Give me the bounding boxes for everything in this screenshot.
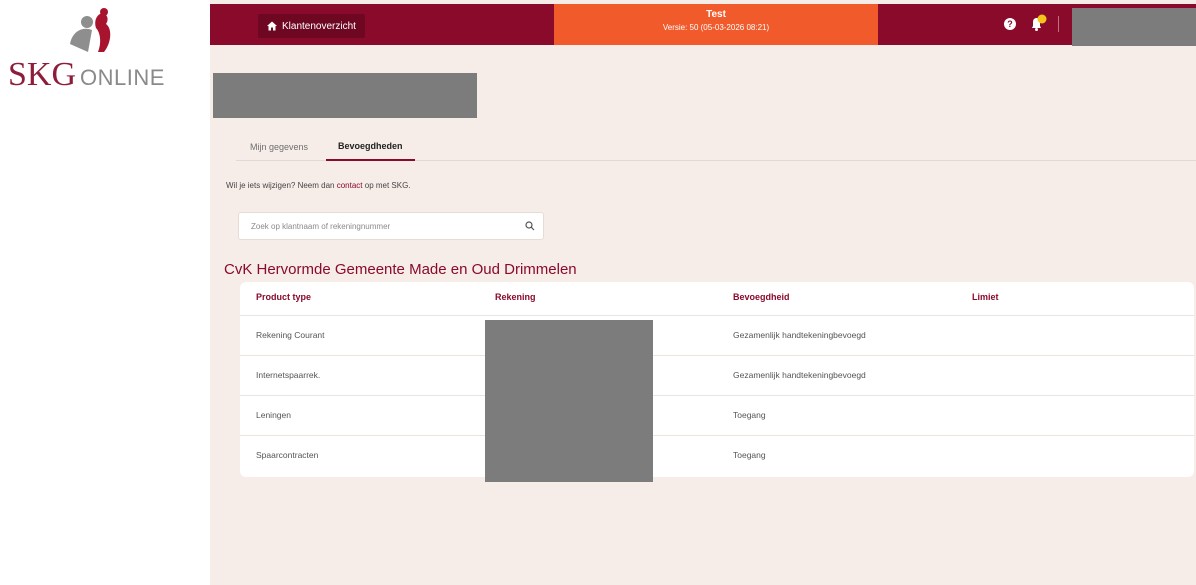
user-menu-redacted[interactable]: [1072, 8, 1196, 46]
header-product-type: Product type: [256, 292, 312, 302]
search-icon[interactable]: [517, 213, 543, 239]
environment-banner: Test Versie: 50 (05-03-2026 08:21): [554, 4, 878, 45]
clients-overview-label: Klantenoverzicht: [282, 20, 356, 32]
top-bar: Klantenoverzicht Test Versie: 50 (05-03-…: [210, 4, 1196, 46]
contact-link[interactable]: contact: [337, 181, 363, 190]
cell-product: Rekening Courant: [256, 330, 325, 340]
header-authority: Bevoegdheid: [733, 292, 790, 302]
cell-authority: Gezamenlijk handtekeningbevoegd: [733, 370, 866, 380]
contact-info-text: Wil je iets wijzigen? Neem dan contact o…: [226, 181, 411, 190]
header-account: Rekening: [495, 292, 536, 302]
table-row: Spaarcontracten Toegang: [240, 436, 1194, 476]
logo-skg-text: SKG: [8, 56, 77, 93]
logo-online-text: ONLINE: [80, 65, 165, 90]
cell-product: Internetspaarrek.: [256, 370, 321, 380]
tab-bar: Mijn gegevens Bevoegdheden: [236, 133, 1196, 161]
account-numbers-redacted: [485, 320, 653, 482]
home-icon: [267, 21, 277, 31]
organization-title: CvK Hervormde Gemeente Made en Oud Drimm…: [224, 261, 577, 278]
logo-figure-icon: [70, 8, 111, 52]
table-row: Internetspaarrek. Gezamenlijk handtekeni…: [240, 356, 1194, 396]
authorizations-table: Product type Rekening Bevoegdheid Limiet…: [240, 282, 1194, 477]
page-title-redacted: [213, 73, 477, 118]
environment-name: Test: [706, 9, 726, 20]
search-input[interactable]: [239, 213, 517, 239]
cell-authority: Gezamenlijk handtekeningbevoegd: [733, 330, 866, 340]
cell-authority: Toegang: [733, 450, 766, 460]
bell-icon[interactable]: [1028, 14, 1048, 34]
help-icon[interactable]: ?: [1004, 18, 1016, 30]
table-row: Leningen Toegang: [240, 396, 1194, 436]
main-panel: Klantenoverzicht Test Versie: 50 (05-03-…: [210, 0, 1196, 585]
info-suffix: op met SKG.: [362, 181, 411, 190]
environment-version: Versie: 50 (05-03-2026 08:21): [662, 23, 770, 32]
cell-product: Spaarcontracten: [256, 450, 319, 460]
header-limit: Limiet: [972, 292, 999, 302]
table-header: Product type Rekening Bevoegdheid Limiet: [240, 282, 1194, 316]
clients-overview-button[interactable]: Klantenoverzicht: [258, 14, 365, 38]
cell-authority: Toegang: [733, 410, 766, 420]
tab-authorizations[interactable]: Bevoegdheden: [326, 133, 415, 161]
table-row: Rekening Courant Gezamenlijk handtekenin…: [240, 316, 1194, 356]
search-box: [238, 212, 544, 240]
skg-logo[interactable]: SKG ONLINE: [0, 0, 210, 110]
topbar-divider: [1058, 16, 1059, 32]
info-prefix: Wil je iets wijzigen? Neem dan: [226, 181, 337, 190]
cell-product: Leningen: [256, 410, 291, 420]
tab-my-details[interactable]: Mijn gegevens: [250, 133, 308, 161]
